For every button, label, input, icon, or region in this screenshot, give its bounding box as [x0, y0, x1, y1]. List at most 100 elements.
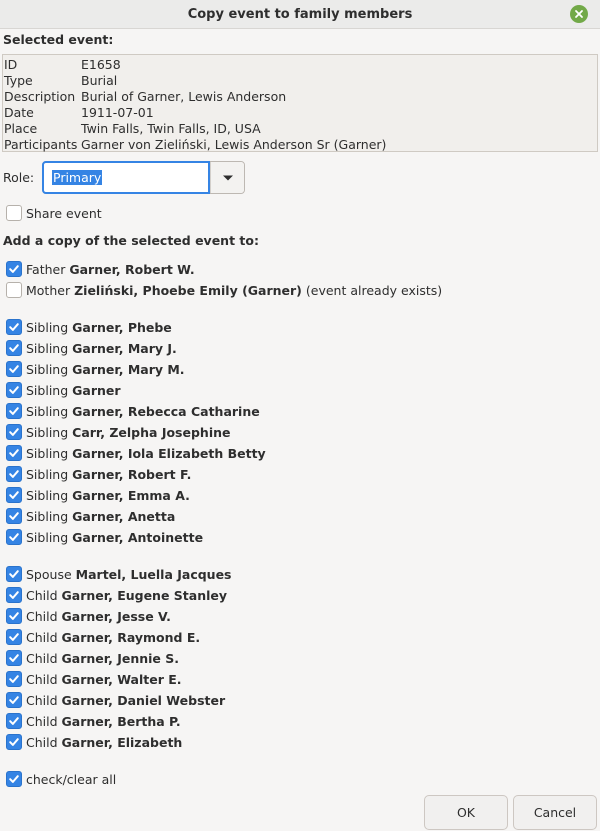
member-row-child[interactable]: Child Garner, Eugene Stanley — [6, 586, 227, 604]
member-row-sibling[interactable]: Sibling Garner, Robert F. — [6, 465, 191, 483]
member-row-child[interactable]: Child Garner, Daniel Webster — [6, 691, 225, 709]
member-name: Garner, Jennie S. — [61, 650, 179, 666]
checkbox[interactable] — [6, 261, 22, 277]
check-all-checkbox[interactable]: check/clear all — [6, 770, 116, 788]
member-relation: Mother — [26, 282, 71, 298]
checkbox[interactable] — [6, 205, 22, 221]
member-row-child[interactable]: Child Garner, Walter E. — [6, 670, 182, 688]
selected-event-details: ID E1658 Type Burial Description Burial … — [2, 54, 598, 152]
member-name: Garner, Mary J. — [72, 340, 177, 356]
info-label: Type — [4, 73, 33, 88]
checkbox[interactable] — [6, 424, 22, 440]
member-name: Garner, Anetta — [72, 508, 176, 524]
checkbox[interactable] — [6, 382, 22, 398]
checkbox[interactable] — [6, 508, 22, 524]
checkbox[interactable] — [6, 608, 22, 624]
checkbox[interactable] — [6, 692, 22, 708]
member-name: Garner, Robert W. — [69, 261, 195, 277]
info-value: Burial of Garner, Lewis Anderson — [81, 89, 287, 104]
checkbox[interactable] — [6, 361, 22, 377]
checkbox[interactable] — [6, 734, 22, 750]
member-row-child[interactable]: Child Garner, Jennie S. — [6, 649, 179, 667]
member-relation: Spouse — [26, 566, 72, 582]
close-button[interactable] — [570, 5, 588, 23]
role-combobox[interactable]: Primary — [42, 161, 245, 194]
member-row-child[interactable]: Child Garner, Elizabeth — [6, 733, 182, 751]
checkmark-icon — [9, 738, 19, 746]
member-name: Garner, Iola Elizabeth Betty — [72, 445, 266, 461]
selected-event-heading: Selected event: — [3, 32, 114, 47]
role-entry[interactable]: Primary — [42, 161, 210, 194]
checkmark-icon — [9, 428, 19, 436]
role-value: Primary — [52, 170, 103, 185]
member-row-sibling[interactable]: Sibling Garner, Mary M. — [6, 360, 185, 378]
checkbox[interactable] — [6, 650, 22, 666]
checkbox[interactable] — [6, 587, 22, 603]
member-row-child[interactable]: Child Garner, Raymond E. — [6, 628, 200, 646]
member-row-sibling[interactable]: Sibling Garner, Antoinette — [6, 528, 203, 546]
member-relation: Sibling — [26, 361, 69, 377]
member-row-sibling[interactable]: Sibling Carr, Zelpha Josephine — [6, 423, 230, 441]
member-name: Garner, Mary M. — [72, 361, 185, 377]
member-row-sibling[interactable]: Sibling Garner, Mary J. — [6, 339, 177, 357]
checkbox[interactable] — [6, 466, 22, 482]
checkbox[interactable] — [6, 282, 22, 298]
member-relation: Father — [26, 261, 66, 277]
share-event-checkbox[interactable]: Share event — [6, 204, 102, 222]
member-row-sibling[interactable]: Sibling Garner — [6, 381, 121, 399]
checkbox[interactable] — [6, 340, 22, 356]
checkbox[interactable] — [6, 529, 22, 545]
checkbox[interactable] — [6, 566, 22, 582]
member-relation: Child — [26, 671, 58, 687]
checkmark-icon — [9, 775, 19, 783]
checkmark-icon — [9, 696, 19, 704]
member-relation: Sibling — [26, 382, 69, 398]
member-relation: Sibling — [26, 487, 69, 503]
info-value: Garner von Zieliński, Lewis Anderson Sr … — [81, 137, 387, 152]
info-value: Twin Falls, Twin Falls, ID, USA — [81, 121, 261, 136]
checkbox[interactable] — [6, 629, 22, 645]
member-row-sibling[interactable]: Sibling Garner, Iola Elizabeth Betty — [6, 444, 266, 462]
checkmark-icon — [9, 265, 19, 273]
member-name: Zieliński, Phoebe Emily (Garner) — [74, 282, 302, 298]
info-row-place: Place Twin Falls, Twin Falls, ID, USA — [4, 121, 597, 137]
checkbox[interactable] — [6, 319, 22, 335]
member-row-child[interactable]: Child Garner, Bertha P. — [6, 712, 181, 730]
member-name: Garner, Bertha P. — [61, 713, 181, 729]
member-row-sibling[interactable]: Sibling Garner, Emma A. — [6, 486, 190, 504]
member-name: Garner, Daniel Webster — [61, 692, 226, 708]
member-relation: Child — [26, 713, 58, 729]
checkbox[interactable] — [6, 403, 22, 419]
member-row-father[interactable]: Father Garner, Robert W. — [6, 260, 195, 278]
member-name: Garner, Elizabeth — [61, 734, 183, 750]
member-row-sibling[interactable]: Sibling Garner, Phebe — [6, 318, 172, 336]
member-row-child[interactable]: Child Garner, Jesse V. — [6, 607, 171, 625]
member-row-sibling[interactable]: Sibling Garner, Rebecca Catharine — [6, 402, 260, 420]
member-row-spouse[interactable]: Spouse Martel, Luella Jacques — [6, 565, 232, 583]
chevron-down-icon — [222, 175, 233, 180]
checkbox[interactable] — [6, 487, 22, 503]
member-name: Garner, Robert F. — [72, 466, 192, 482]
info-row-id: ID E1658 — [4, 57, 597, 73]
cancel-button[interactable]: Cancel — [513, 795, 597, 830]
member-name: Garner — [72, 382, 121, 398]
member-row-sibling[interactable]: Sibling Garner, Anetta — [6, 507, 175, 525]
member-relation: Child — [26, 650, 58, 666]
checkmark-icon — [9, 654, 19, 662]
member-row-mother[interactable]: Mother Zieliński, Phoebe Emily (Garner) (e… — [6, 281, 442, 299]
check-all-label: check/clear all — [26, 771, 117, 787]
checkbox[interactable] — [6, 771, 22, 787]
ok-button[interactable]: OK — [424, 795, 508, 830]
info-row-date: Date 1911-07-01 — [4, 105, 597, 121]
member-relation: Sibling — [26, 403, 69, 419]
close-icon — [575, 10, 583, 18]
checkbox[interactable] — [6, 671, 22, 687]
checkmark-icon — [9, 449, 19, 457]
checkmark-icon — [9, 570, 19, 578]
checkmark-icon — [9, 491, 19, 499]
info-label: Place — [4, 121, 38, 136]
info-value: 1911-07-01 — [81, 105, 154, 120]
checkbox[interactable] — [6, 445, 22, 461]
role-dropdown-button[interactable] — [210, 162, 244, 193]
checkbox[interactable] — [6, 713, 22, 729]
